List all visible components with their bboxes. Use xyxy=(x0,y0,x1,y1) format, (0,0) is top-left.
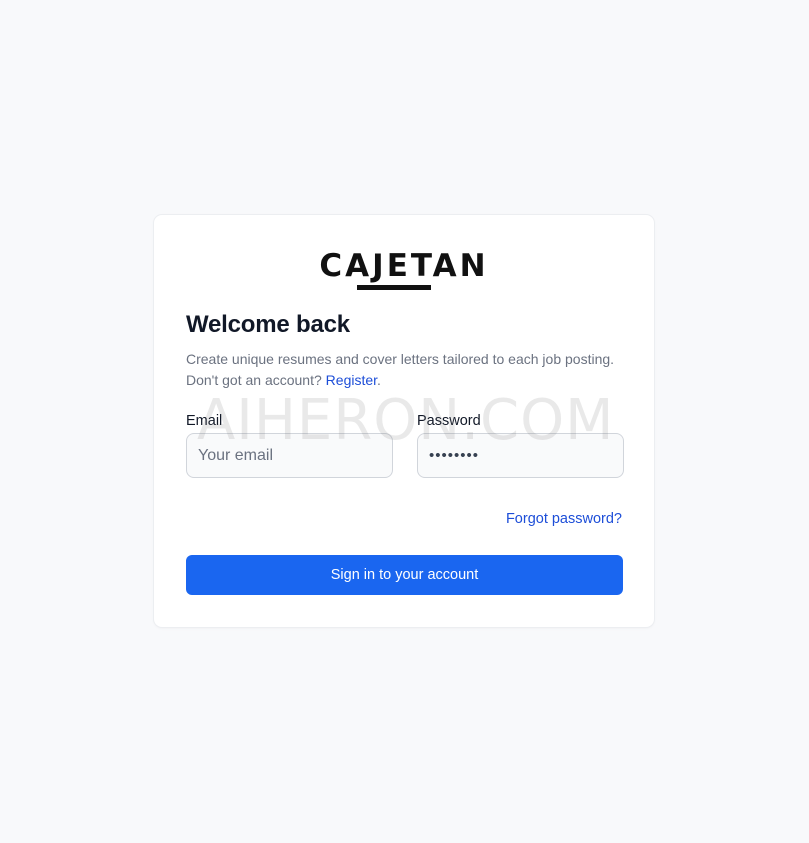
email-input[interactable] xyxy=(186,433,393,478)
no-account-text: Don't got an account? xyxy=(186,372,322,388)
email-label: Email xyxy=(186,413,223,429)
page-title: Welcome back xyxy=(186,311,350,338)
password-label: Password xyxy=(417,413,481,429)
login-page: CAJETAN Welcome back Create unique resum… xyxy=(0,0,809,843)
password-input[interactable] xyxy=(417,433,624,478)
password-field-group: Password xyxy=(417,413,624,478)
forgot-password-link[interactable]: Forgot password? xyxy=(506,511,622,527)
logo-underline xyxy=(357,285,431,290)
email-field-group: Email xyxy=(186,413,393,478)
login-card: CAJETAN Welcome back Create unique resum… xyxy=(154,215,654,627)
login-subtitle: Create unique resumes and cover letters … xyxy=(186,349,626,391)
register-suffix: . xyxy=(377,372,381,388)
brand-logo: CAJETAN xyxy=(154,248,654,290)
sign-in-button[interactable]: Sign in to your account xyxy=(186,555,623,595)
subtitle-text: Create unique resumes and cover letters … xyxy=(186,351,615,367)
register-link[interactable]: Register xyxy=(326,372,377,388)
logo-text: CAJETAN xyxy=(319,248,489,284)
